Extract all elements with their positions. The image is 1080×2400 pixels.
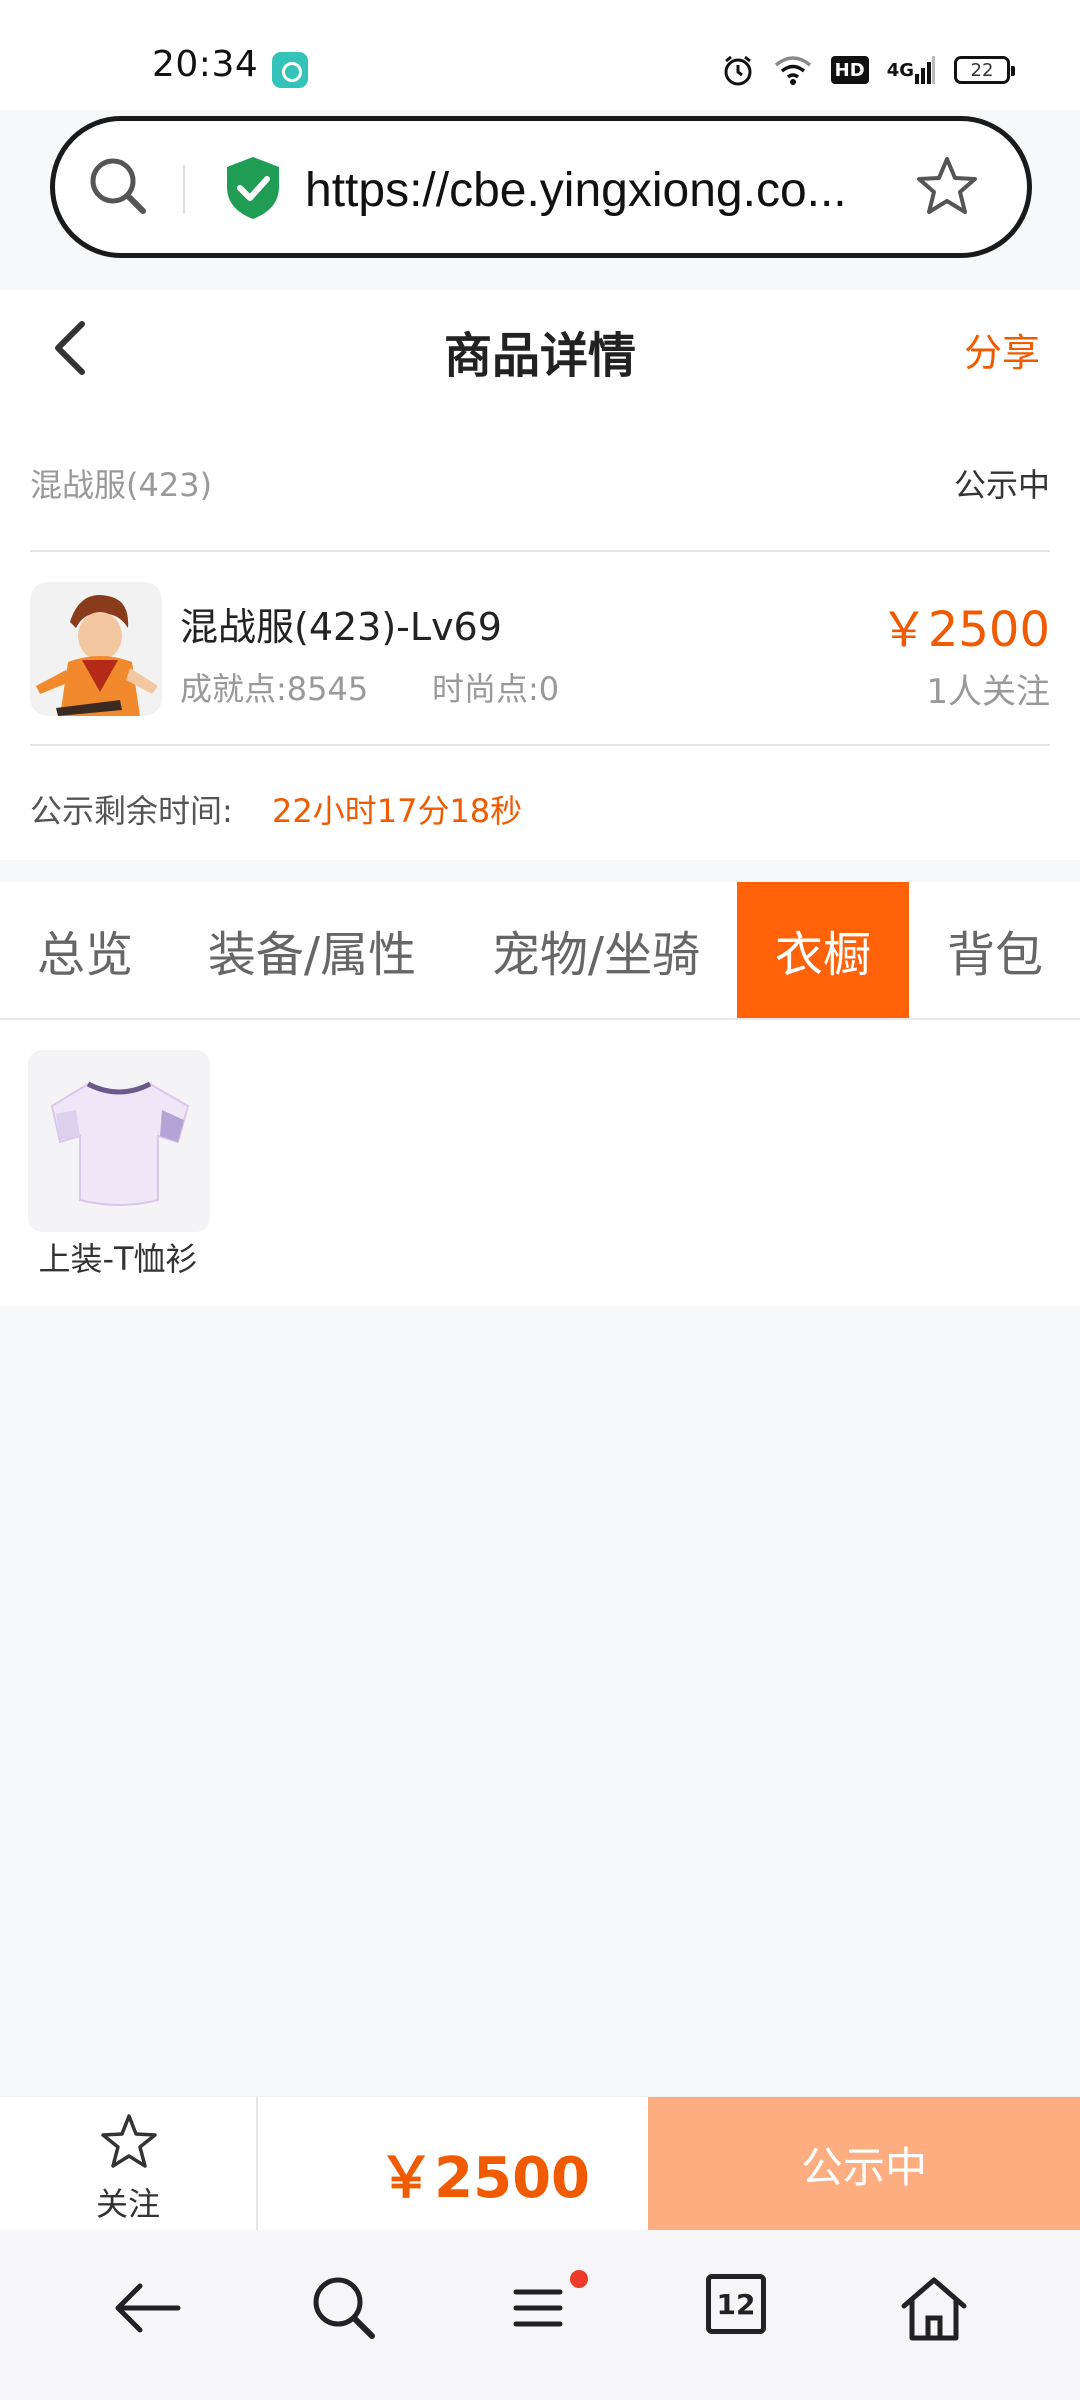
- divider: [256, 2097, 258, 2231]
- home-icon[interactable]: [894, 2268, 974, 2348]
- hd-icon: HD: [830, 56, 869, 84]
- remaining-time-value: 22小时17分18秒: [272, 792, 523, 830]
- status-time: 20:34: [152, 44, 259, 85]
- divider: [30, 744, 1050, 746]
- character-name: 混战服(423)-Lv69: [180, 605, 502, 649]
- menu-icon[interactable]: [498, 2268, 578, 2348]
- character-avatar: [30, 582, 162, 716]
- app-notification-icon: [272, 52, 308, 88]
- achievement-points: 成就点:8545: [180, 670, 369, 708]
- notification-dot: [570, 2270, 588, 2288]
- server-name: 混战服(423): [30, 466, 213, 504]
- server-status: 公示中: [953, 466, 1050, 504]
- 4g-signal-icon: 4G: [887, 53, 936, 87]
- tab-overview[interactable]: 总览: [0, 882, 170, 1018]
- page-title: 商品详情: [443, 328, 636, 384]
- follower-count: 1人关注: [926, 672, 1050, 712]
- wardrobe-item[interactable]: [28, 1050, 210, 1232]
- address-bar[interactable]: https://cbe.yingxiong.co...: [50, 116, 1032, 258]
- detail-tabs: 总览 装备/属性 宠物/坐骑 衣橱 背包: [0, 882, 1080, 1020]
- browser-bottom-nav: 12: [0, 2230, 1080, 2400]
- status-bar: 20:34 HD 4G 22: [0, 0, 1080, 110]
- bottom-price: ￥2500: [378, 2146, 590, 2211]
- divider: [30, 550, 1050, 552]
- search-icon[interactable]: [83, 151, 153, 221]
- page-header: 商品详情 分享: [0, 290, 1080, 410]
- remaining-time-label: 公示剩余时间:: [30, 792, 233, 830]
- wardrobe-panel: 上装-T恤衫: [0, 1020, 1080, 1306]
- tab-equipment[interactable]: 装备/属性: [194, 882, 430, 1018]
- url-divider: [183, 165, 185, 213]
- back-icon[interactable]: [108, 2268, 188, 2348]
- share-button[interactable]: 分享: [964, 322, 1040, 377]
- alarm-icon: [721, 53, 755, 87]
- product-price: ￥2500: [879, 602, 1050, 658]
- status-icons: HD 4G 22: [721, 50, 1015, 90]
- url-text[interactable]: https://cbe.yingxiong.co...: [305, 163, 925, 218]
- tab-wardrobe[interactable]: 衣橱: [737, 882, 909, 1018]
- action-bar: 关注 ￥2500 公示中: [0, 2096, 1080, 2231]
- battery-icon: 22: [954, 56, 1015, 84]
- tabs-count-icon[interactable]: 12: [706, 2274, 766, 2334]
- secure-shield-icon: [227, 157, 279, 219]
- bookmark-star-icon[interactable]: [913, 153, 981, 221]
- tab-pets[interactable]: 宠物/坐骑: [478, 882, 714, 1018]
- wifi-icon: [773, 53, 813, 87]
- network-type-label: 4G: [886, 59, 914, 81]
- tab-backpack[interactable]: 背包: [920, 882, 1070, 1018]
- fashion-points: 时尚点:0: [432, 670, 560, 708]
- follow-button[interactable]: 关注: [0, 2097, 256, 2231]
- search-icon[interactable]: [304, 2268, 384, 2348]
- public-notice-button[interactable]: 公示中: [648, 2097, 1080, 2231]
- product-card: 混战服(423) 公示中 混战服(423)-Lv69 成就点:8545 时尚点:…: [0, 410, 1080, 860]
- wardrobe-item-label: 上装-T恤衫: [38, 1240, 198, 1278]
- follow-label: 关注: [95, 2185, 160, 2223]
- tshirt-icon: [50, 1081, 190, 1206]
- star-icon: [101, 2114, 157, 2168]
